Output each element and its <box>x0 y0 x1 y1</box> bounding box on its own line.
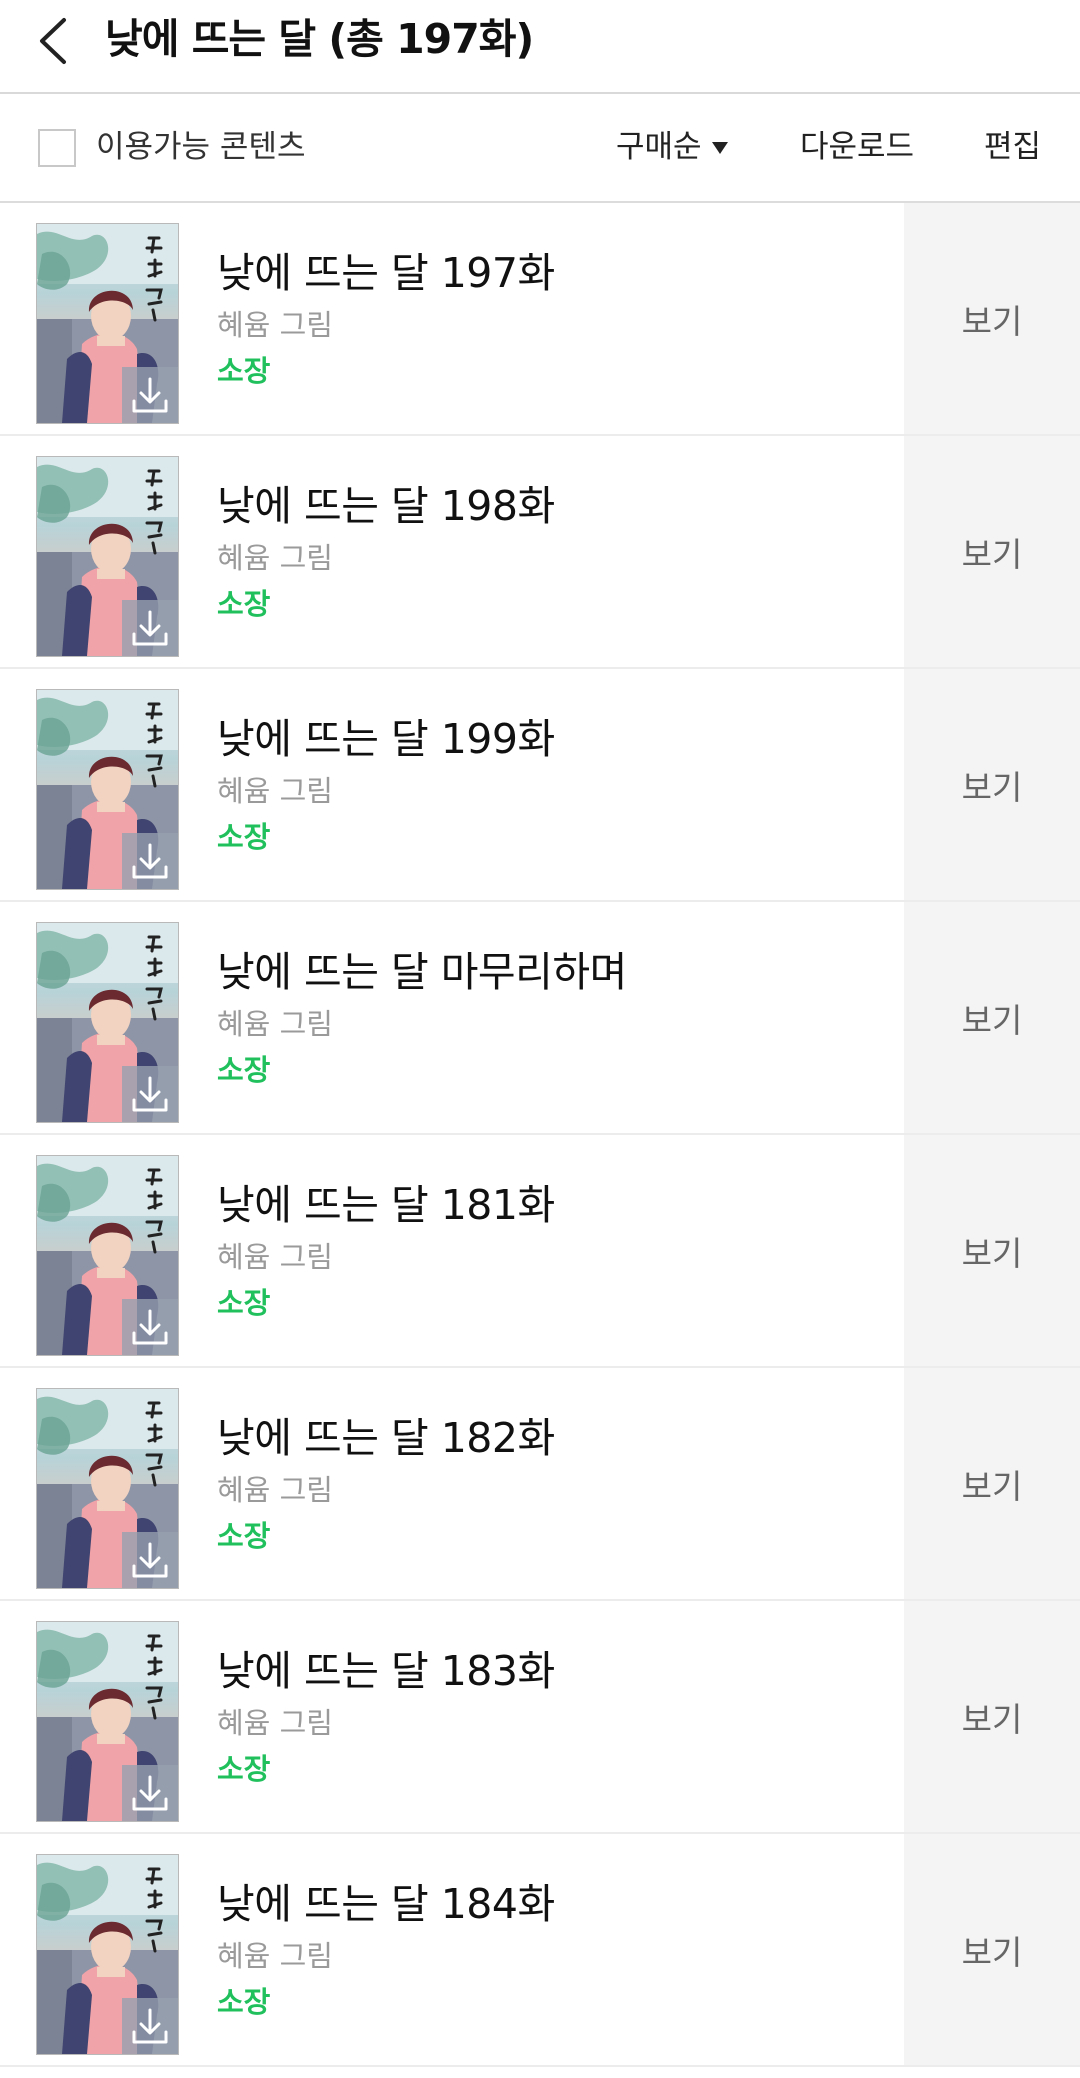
episode-row[interactable]: 낮에 뜨는 달 199화 혜윰 그림 소장 보기 <box>0 669 1080 902</box>
episode-author: 혜윰 그림 <box>217 541 333 575</box>
episode-thumbnail[interactable] <box>36 1621 179 1822</box>
episode-row[interactable]: 낮에 뜨는 달 197화 혜윰 그림 소장 보기 <box>0 203 1080 436</box>
ownership-status: 소장 <box>217 1985 271 2019</box>
view-button[interactable]: 보기 <box>904 669 1080 900</box>
sort-dropdown[interactable]: 구매순 <box>616 127 728 167</box>
view-button[interactable]: 보기 <box>904 1135 1080 1366</box>
view-button[interactable]: 보기 <box>904 1368 1080 1599</box>
view-button[interactable]: 보기 <box>904 203 1080 434</box>
episode-title: 낮에 뜨는 달 199화 <box>217 715 555 763</box>
view-button[interactable]: 보기 <box>904 1601 1080 1832</box>
episode-row[interactable]: 낮에 뜨는 달 183화 혜윰 그림 소장 보기 <box>0 1601 1080 1834</box>
episode-title: 낮에 뜨는 달 183화 <box>217 1647 555 1695</box>
episode-title: 낮에 뜨는 달 마무리하며 <box>217 948 627 996</box>
episode-thumbnail[interactable] <box>36 1388 179 1589</box>
episode-author: 혜윰 그림 <box>217 1706 333 1740</box>
list-toolbar: 이용가능 콘텐츠 구매순 다운로드 편집 <box>0 94 1080 203</box>
episode-title: 낮에 뜨는 달 181화 <box>217 1181 555 1229</box>
episode-author: 혜윰 그림 <box>217 1007 333 1041</box>
episode-thumbnail[interactable] <box>36 456 179 657</box>
episode-row[interactable]: 낮에 뜨는 달 198화 혜윰 그림 소장 보기 <box>0 436 1080 669</box>
chevron-left-icon <box>40 18 66 64</box>
ownership-status: 소장 <box>217 820 271 854</box>
episode-title: 낮에 뜨는 달 184화 <box>217 1880 555 1928</box>
download-icon[interactable] <box>122 1998 178 2054</box>
download-icon[interactable] <box>122 1299 178 1355</box>
episode-row[interactable]: 낮에 뜨는 달 182화 혜윰 그림 소장 보기 <box>0 1368 1080 1601</box>
episode-author: 혜윰 그림 <box>217 308 333 342</box>
episode-author: 혜윰 그림 <box>217 774 333 808</box>
episode-author: 혜윰 그림 <box>217 1240 333 1274</box>
ownership-status: 소장 <box>217 1752 271 1786</box>
sort-label: 구매순 <box>616 129 702 165</box>
episode-author: 혜윰 그림 <box>217 1939 333 1973</box>
episode-thumbnail[interactable] <box>36 1854 179 2055</box>
episode-row[interactable]: 낮에 뜨는 달 181화 혜윰 그림 소장 보기 <box>0 1135 1080 1368</box>
download-icon[interactable] <box>122 1066 178 1122</box>
episode-thumbnail[interactable] <box>36 922 179 1123</box>
download-icon[interactable] <box>122 367 178 423</box>
view-button[interactable]: 보기 <box>904 1834 1080 2065</box>
episode-title: 낮에 뜨는 달 197화 <box>217 249 555 297</box>
episode-row[interactable]: 낮에 뜨는 달 184화 혜윰 그림 소장 보기 <box>0 1834 1080 2067</box>
ownership-status: 소장 <box>217 354 271 388</box>
page-title: 낮에 뜨는 달 (총 197화) <box>105 15 534 63</box>
episode-author: 혜윰 그림 <box>217 1473 333 1507</box>
ownership-status: 소장 <box>217 1519 271 1553</box>
download-icon[interactable] <box>122 833 178 889</box>
ownership-status: 소장 <box>217 1053 271 1087</box>
episode-title: 낮에 뜨는 달 182화 <box>217 1414 555 1462</box>
download-icon[interactable] <box>122 1765 178 1821</box>
available-content-label: 이용가능 콘텐츠 <box>96 129 306 165</box>
edit-button[interactable]: 편집 <box>984 127 1041 167</box>
view-button[interactable]: 보기 <box>904 902 1080 1133</box>
episode-thumbnail[interactable] <box>36 223 179 424</box>
ownership-status: 소장 <box>217 587 271 621</box>
download-icon[interactable] <box>122 1532 178 1588</box>
app-header: 낮에 뜨는 달 (총 197화) <box>0 0 1080 94</box>
episode-list: 낮에 뜨는 달 197화 혜윰 그림 소장 보기 낮에 뜨는 달 198화 혜윰… <box>0 203 1080 2067</box>
download-button[interactable]: 다운로드 <box>800 127 914 167</box>
view-button[interactable]: 보기 <box>904 436 1080 667</box>
episode-title: 낮에 뜨는 달 198화 <box>217 482 555 530</box>
caret-down-icon <box>711 142 728 154</box>
ownership-status: 소장 <box>217 1286 271 1320</box>
episode-row[interactable]: 낮에 뜨는 달 마무리하며 혜윰 그림 소장 보기 <box>0 902 1080 1135</box>
episode-thumbnail[interactable] <box>36 689 179 890</box>
episode-thumbnail[interactable] <box>36 1155 179 1356</box>
available-content-checkbox[interactable] <box>38 129 76 167</box>
download-icon[interactable] <box>122 600 178 656</box>
back-button[interactable] <box>34 12 74 70</box>
